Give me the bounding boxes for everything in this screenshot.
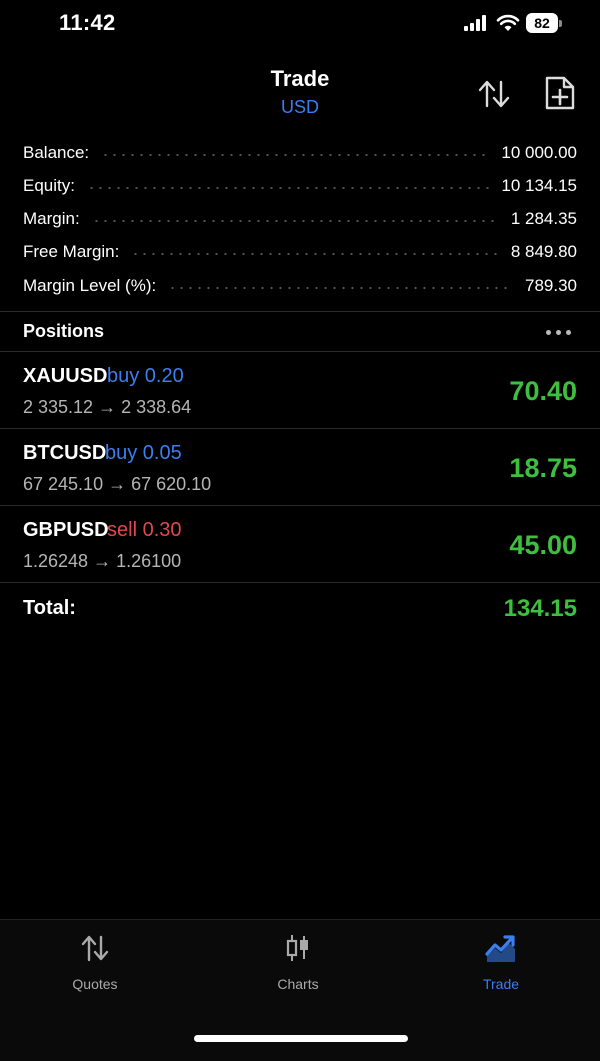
equity-row: Equity: 10 134.15: [0, 169, 600, 202]
trade-trend-icon: [485, 935, 515, 962]
equity-value: 10 134.15: [501, 175, 577, 195]
position-side: buy 0.05: [105, 442, 182, 464]
equity-label: Equity:: [23, 175, 75, 195]
free-margin-value: 8 849.80: [510, 242, 577, 262]
tab-charts[interactable]: Charts: [238, 928, 358, 992]
dotted-leader: [86, 186, 490, 189]
total-row: Total: 134.15: [0, 583, 600, 635]
margin-level-row: Margin Level (%): 789.30: [0, 269, 600, 302]
account-summary: Balance: 10 000.00 Equity: 10 134.15 Mar…: [0, 136, 600, 302]
position-side: buy 0.20: [107, 365, 184, 387]
margin-row: Margin: 1 284.35: [0, 203, 600, 236]
dotted-leader: [91, 220, 499, 223]
free-margin-label: Free Margin:: [23, 242, 120, 262]
battery-level: 82: [526, 13, 558, 33]
position-prices: 2 335.12 → 2 338.64: [23, 397, 192, 417]
total-value: 134.15: [503, 595, 577, 622]
position-row-btcusd[interactable]: BTCUSD buy 0.05 67 245.10 → 67 620.10 18…: [0, 429, 600, 506]
total-label: Total:: [23, 597, 76, 619]
tab-label: Quotes: [72, 976, 118, 992]
positions-header: Positions: [0, 312, 600, 352]
balance-label: Balance:: [23, 142, 90, 162]
position-profit: 45.00: [509, 530, 577, 560]
position-symbol: XAUUSD: [23, 365, 108, 387]
positions-title: Positions: [23, 321, 105, 341]
balance-row: Balance: 10 000.00: [0, 136, 600, 169]
candlestick-icon: [286, 935, 308, 961]
tab-trade[interactable]: Trade: [441, 928, 561, 992]
position-profit: 70.40: [509, 376, 577, 406]
dotted-leader: [131, 253, 499, 256]
margin-label: Margin:: [23, 209, 80, 229]
wifi-icon: [496, 14, 520, 31]
quotes-arrows-icon: [81, 935, 109, 962]
dotted-leader: [101, 153, 490, 156]
home-indicator[interactable]: [194, 1035, 408, 1042]
position-symbol: BTCUSD: [23, 442, 107, 464]
position-row-gbpusd[interactable]: GBPUSD sell 0.30 1.26248 → 1.26100 45.00: [0, 506, 600, 583]
position-side: sell 0.30: [107, 519, 182, 541]
battery-icon: 82: [526, 13, 562, 33]
margin-value: 1 284.35: [510, 209, 577, 229]
new-document-icon[interactable]: [543, 75, 577, 111]
margin-level-label: Margin Level (%):: [23, 275, 157, 295]
position-prices: 1.26248 → 1.26100: [23, 551, 182, 571]
status-bar: 11:42 82: [0, 0, 600, 50]
header: Trade USD: [0, 60, 600, 130]
margin-level-value: 789.30: [525, 275, 577, 295]
position-prices: 67 245.10 → 67 620.10: [23, 474, 212, 494]
cellular-signal-icon: [464, 15, 488, 31]
tab-label: Trade: [482, 976, 520, 992]
dotted-leader: [168, 286, 513, 289]
status-time: 11:42: [59, 10, 116, 35]
position-symbol: GBPUSD: [23, 519, 109, 541]
tab-quotes[interactable]: Quotes: [35, 928, 155, 992]
free-margin-row: Free Margin: 8 849.80: [0, 236, 600, 269]
more-dots-icon[interactable]: [544, 324, 574, 340]
balance-value: 10 000.00: [501, 142, 577, 162]
tab-label: Charts: [277, 976, 319, 992]
sort-arrows-icon[interactable]: [476, 78, 512, 110]
position-row-xauusd[interactable]: XAUUSD buy 0.20 2 335.12 → 2 338.64 70.4…: [0, 352, 600, 429]
position-profit: 18.75: [509, 453, 577, 483]
